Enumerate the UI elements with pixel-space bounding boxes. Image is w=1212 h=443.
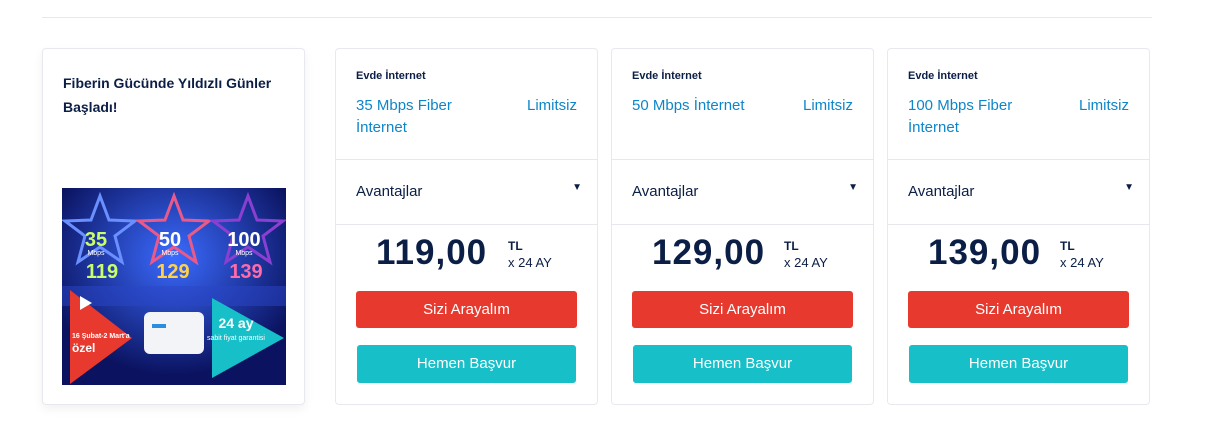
promo-title: Fiberin Gücünde Yıldızlı Günler Başladı!: [63, 75, 272, 115]
svg-text:35: 35: [85, 229, 107, 251]
plan-quota: Limitsiz: [802, 97, 853, 114]
svg-text:119: 119: [86, 261, 118, 283]
call-me-button[interactable]: Sizi Arayalım: [356, 291, 577, 328]
divider: [336, 159, 597, 160]
advantages-toggle-label[interactable]: Avantajlar: [908, 183, 974, 200]
plan-quota: Limitsiz: [526, 97, 577, 114]
promo-card[interactable]: Fiberin Gücünde Yıldızlı Günler Başladı!…: [42, 48, 305, 405]
plan-quota: Limitsiz: [1078, 97, 1129, 114]
top-divider: [42, 17, 1152, 18]
price-currency: TL: [1060, 239, 1075, 253]
advantages-toggle-label[interactable]: Avantajlar: [632, 183, 698, 200]
promo-banner-image[interactable]: 35 50 100 Mbps Mbps Mbps 119 129 139 16 …: [62, 188, 286, 385]
call-me-button[interactable]: Sizi Arayalım: [908, 291, 1129, 328]
svg-text:50: 50: [159, 229, 181, 251]
advantages-toggle-label[interactable]: Avantajlar: [356, 183, 422, 200]
plan-name: 35 Mbps Fiber İnternet: [356, 97, 452, 136]
price-term: x 24 AY: [784, 255, 828, 270]
plan-card-50mbps[interactable]: Evde İnternet 50 Mbps İnternet Limitsiz …: [611, 48, 874, 405]
svg-text:139: 139: [229, 261, 262, 283]
plan-card-100mbps[interactable]: Evde İnternet 100 Mbps Fiber İnternet Li…: [887, 48, 1150, 405]
svg-text:Mbps: Mbps: [161, 250, 179, 257]
price-currency: TL: [784, 239, 799, 253]
plan-price: 119,00: [376, 233, 488, 272]
svg-text:özel: özel: [72, 341, 95, 355]
modem-icon: [144, 312, 204, 354]
divider: [888, 224, 1149, 225]
promo-banner-graphic: 35 50 100 Mbps Mbps Mbps 119 129 139 16 …: [62, 188, 286, 385]
caret-down-icon[interactable]: ▼: [572, 182, 582, 193]
divider: [612, 224, 873, 225]
divider: [612, 159, 873, 160]
plan-price: 139,00: [928, 233, 1042, 272]
apply-now-button[interactable]: Hemen Başvur: [633, 345, 852, 383]
plan-price: 129,00: [652, 233, 766, 272]
svg-text:24 ay: 24 ay: [218, 315, 253, 331]
divider: [888, 159, 1149, 160]
apply-now-button[interactable]: Hemen Başvur: [909, 345, 1128, 383]
call-me-button[interactable]: Sizi Arayalım: [632, 291, 853, 328]
svg-text:Mbps: Mbps: [235, 250, 253, 257]
svg-text:129: 129: [156, 261, 189, 283]
divider: [336, 224, 597, 225]
caret-down-icon[interactable]: ▼: [1124, 182, 1134, 193]
svg-text:Mbps: Mbps: [87, 250, 105, 257]
price-term: x 24 AY: [1060, 255, 1104, 270]
svg-text:100: 100: [227, 229, 260, 251]
svg-text:16 Şubat-2 Mart'a: 16 Şubat-2 Mart'a: [72, 333, 130, 340]
price-term: x 24 AY: [508, 255, 552, 270]
plan-type: Evde İnternet: [908, 70, 978, 82]
svg-text:sabit fiyat garantisi: sabit fiyat garantisi: [207, 335, 265, 342]
plan-name: 100 Mbps Fiber İnternet: [908, 97, 1013, 136]
plan-name: 50 Mbps İnternet: [632, 97, 745, 114]
plan-type: Evde İnternet: [632, 70, 702, 82]
price-currency: TL: [508, 239, 523, 253]
plan-card-35mbps[interactable]: Evde İnternet 35 Mbps Fiber İnternet Lim…: [335, 48, 598, 405]
apply-now-button[interactable]: Hemen Başvur: [357, 345, 576, 383]
caret-down-icon[interactable]: ▼: [848, 182, 858, 193]
plan-type: Evde İnternet: [356, 70, 426, 82]
